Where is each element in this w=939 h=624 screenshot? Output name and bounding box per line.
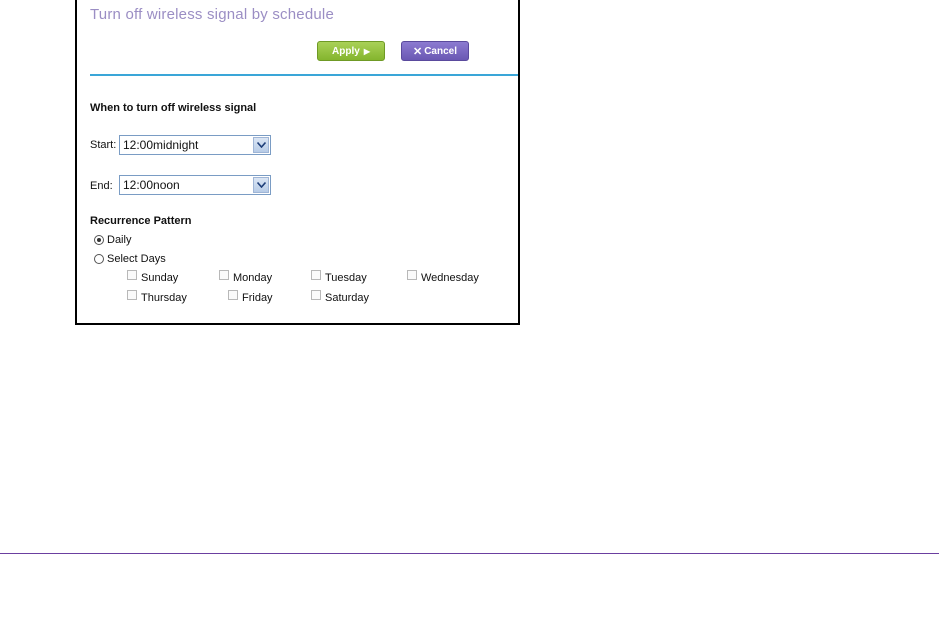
radio-daily[interactable]: Daily xyxy=(94,234,131,246)
radio-button[interactable] xyxy=(94,254,104,264)
chevron-down-icon[interactable] xyxy=(253,137,269,153)
cancel-button[interactable]: ✕ Cancel xyxy=(401,41,469,61)
sunday-label: Sunday xyxy=(141,272,179,284)
end-label: End: xyxy=(90,180,113,192)
checkbox[interactable] xyxy=(228,290,238,300)
close-icon: ✕ xyxy=(412,45,423,58)
checkbox-tuesday[interactable]: Tuesday xyxy=(311,270,367,284)
cancel-button-label: Cancel xyxy=(424,45,457,57)
start-time-value: 12:00midnight xyxy=(123,138,199,152)
checkbox[interactable] xyxy=(407,270,417,280)
end-time-select[interactable]: 12:00noon xyxy=(119,175,271,195)
schedule-panel: Turn off wireless signal by schedule App… xyxy=(75,0,520,325)
chevron-down-icon[interactable] xyxy=(253,177,269,193)
saturday-label: Saturday xyxy=(325,292,370,304)
radio-select-days-label: Select Days xyxy=(107,253,166,265)
friday-label: Friday xyxy=(242,292,273,304)
checkbox-wednesday[interactable]: Wednesday xyxy=(407,270,479,284)
radio-button-selected[interactable] xyxy=(94,235,104,245)
checkbox[interactable] xyxy=(219,270,229,280)
checkbox-friday[interactable]: Friday xyxy=(228,290,273,304)
apply-button-label: Apply xyxy=(332,45,360,57)
start-label: Start: xyxy=(90,139,117,151)
checkbox-thursday[interactable]: Thursday xyxy=(127,290,187,304)
checkbox-monday[interactable]: Monday xyxy=(219,270,273,284)
checkbox-saturday[interactable]: Saturday xyxy=(311,290,370,304)
checkbox-sunday[interactable]: Sunday xyxy=(127,270,179,284)
thursday-label: Thursday xyxy=(141,292,187,304)
wednesday-label: Wednesday xyxy=(421,272,479,284)
checkbox[interactable] xyxy=(311,290,321,300)
checkbox[interactable] xyxy=(127,290,137,300)
section-title-recurrence: Recurrence Pattern xyxy=(90,215,192,227)
start-time-select[interactable]: 12:00midnight xyxy=(119,135,271,155)
tuesday-label: Tuesday xyxy=(325,272,367,284)
end-time-value: 12:00noon xyxy=(123,178,180,192)
radio-daily-label: Daily xyxy=(107,234,132,246)
header-divider xyxy=(90,74,518,76)
radio-select-days[interactable]: Select Days xyxy=(94,253,166,265)
apply-button[interactable]: Apply ▶ xyxy=(317,41,385,61)
checkbox[interactable] xyxy=(127,270,137,280)
section-title-when: When to turn off wireless signal xyxy=(90,102,257,114)
monday-label: Monday xyxy=(233,272,273,284)
page-title: Turn off wireless signal by schedule xyxy=(90,6,334,23)
play-arrow-icon: ▶ xyxy=(363,46,370,56)
checkbox[interactable] xyxy=(311,270,321,280)
page-footer-divider xyxy=(0,553,939,554)
